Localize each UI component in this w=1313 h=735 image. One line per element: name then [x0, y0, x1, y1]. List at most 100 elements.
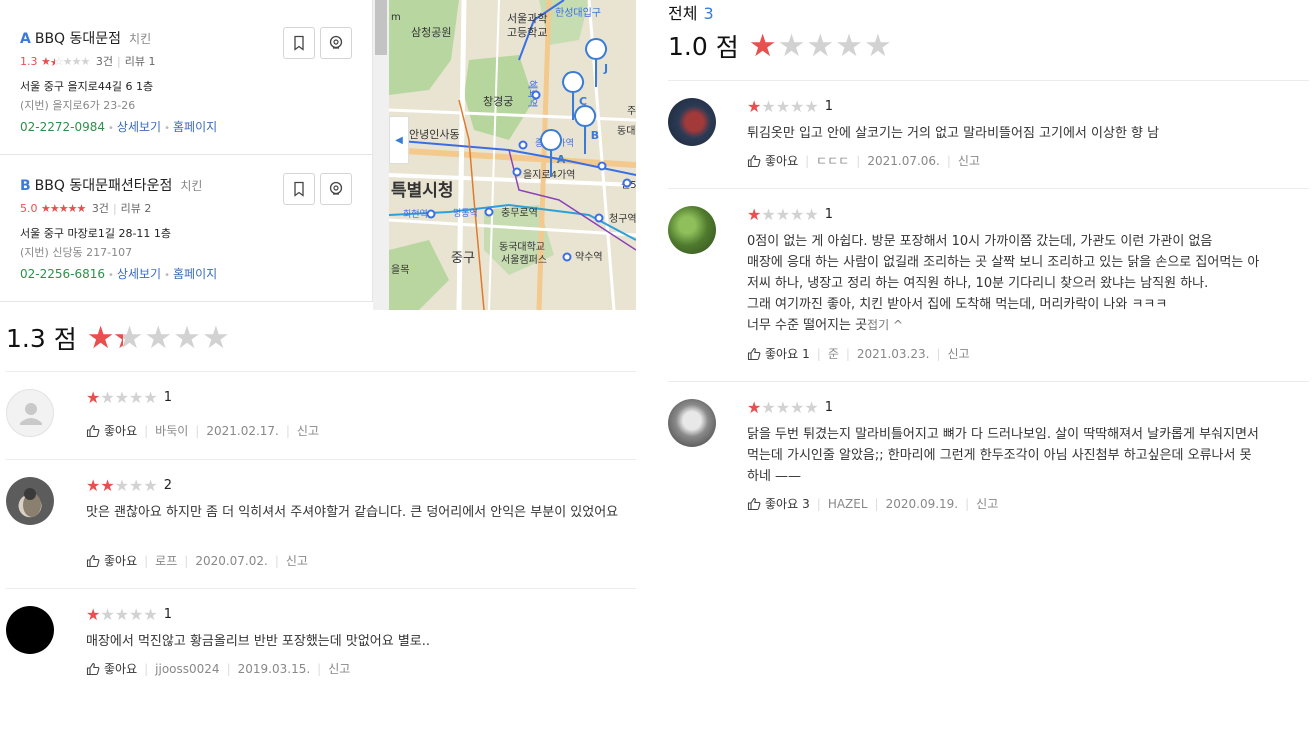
map-label: 명동역 [453, 208, 478, 219]
place-a-homepage-link[interactable]: 홈페이지 [173, 120, 217, 134]
report-link[interactable]: 신고 [297, 422, 319, 439]
review-stars: ★★★★★ 1 [747, 97, 833, 116]
map-view[interactable]: 삼청공원 서울과학 고등학교 창경궁 한성대입구 혜화역 안녕인사동 종로5가역… [389, 0, 636, 310]
review-date: 2020.09.19. [885, 496, 959, 511]
review-date: 2021.02.17. [206, 423, 279, 438]
report-link[interactable]: 신고 [947, 345, 969, 362]
svg-text:J: J [603, 62, 608, 75]
thumbs-up-icon [86, 662, 100, 675]
place-b-detail-link[interactable]: 상세보기 [117, 267, 161, 281]
place-b-name[interactable]: BBQ 동대문패션타운점 [35, 178, 173, 194]
reviewer-avatar[interactable] [668, 98, 716, 146]
left-rating-summary: 1.3 점 ★★★★★★ [6, 318, 231, 358]
like-button[interactable]: 좋아요 [86, 660, 137, 677]
like-button[interactable]: 좋아요 [86, 422, 137, 439]
review-author[interactable]: 로프 [155, 552, 177, 569]
place-b-lot-address: (지번) 신당동 217-107 [20, 246, 133, 259]
reviewer-avatar[interactable] [668, 399, 716, 447]
reviewer-avatar[interactable] [668, 206, 716, 254]
place-a-rating-line: 1.3 ★★☆★★★ 3건 | 리뷰 1 [20, 55, 156, 69]
place-b-directions-button[interactable] [320, 173, 352, 205]
like-button[interactable]: 좋아요 [86, 552, 137, 569]
review-meta: 좋아요 | jjooss0024 | 2019.03.15. | 신고 [86, 660, 350, 677]
review-score: 1 [163, 390, 172, 405]
scrollbar-thumb[interactable] [375, 0, 387, 55]
location-icon [329, 35, 343, 49]
like-label: 좋아요 [765, 347, 799, 361]
place-b-contact-line: 02-2256-6816 • 상세보기 • 홈페이지 [20, 267, 218, 281]
right-score-unit: 점 [715, 33, 739, 62]
like-label: 좋아요 [104, 554, 138, 568]
map-label: 약수역 [575, 251, 603, 263]
like-button[interactable]: 좋아요 1 [747, 345, 810, 362]
thumbs-up-icon [747, 497, 761, 510]
place-b-phone[interactable]: 02-2256-6816 [20, 267, 105, 281]
report-link[interactable]: 신고 [976, 495, 998, 512]
review-author[interactable]: 준 [828, 345, 839, 362]
review-text: 튀김옷만 입고 안에 살코기는 거의 없고 말라비뜰어짐 고기에서 이상한 향 … [747, 126, 1160, 141]
like-button[interactable]: 좋아요 3 [747, 495, 810, 512]
thumbs-up-icon [86, 424, 100, 437]
place-list: A BBQ 동대문점 치킨 1.3 ★★☆★★★ 3건 | 리뷰 1 서울 중구 을지로… [0, 0, 373, 302]
review-meta: 좋아요 3 | HAZEL | 2020.09.19. | 신고 [747, 495, 998, 512]
reviews-count: 3 [703, 4, 714, 23]
right-average-score: 1.0 [668, 31, 708, 61]
reviewer-avatar[interactable] [6, 477, 54, 525]
place-a-save-button[interactable] [283, 27, 315, 59]
place-a-detail-link[interactable]: 상세보기 [117, 120, 161, 134]
review-author[interactable]: HAZEL [828, 497, 868, 511]
place-a-name[interactable]: BBQ 동대문점 [35, 31, 121, 47]
review-author[interactable]: jjooss0024 [155, 662, 219, 676]
map-label: 고등학교 [507, 26, 547, 39]
place-b-review-count[interactable]: 리뷰 2 [121, 202, 152, 215]
list-scrollbar[interactable] [373, 0, 389, 310]
map-collapse-button[interactable]: ◀ [389, 116, 409, 164]
reviews-header: 전체 3 [668, 0, 714, 24]
bookmark-icon [294, 181, 304, 197]
default-user-icon [20, 403, 42, 425]
place-a-review-count[interactable]: 리뷰 1 [125, 55, 156, 68]
map-label: 을지로4가역 [523, 169, 575, 181]
collapse-link[interactable]: 접기 ^ [867, 318, 903, 332]
svg-text:C: C [579, 95, 587, 108]
place-a-header: A BBQ 동대문점 치킨 [20, 28, 151, 48]
review-author[interactable]: ㄷㄷㄷ [816, 152, 849, 169]
report-link[interactable]: 신고 [328, 660, 350, 677]
report-link[interactable]: 신고 [286, 552, 308, 569]
review-meta: 좋아요 1 | 준 | 2021.03.23. | 신고 [747, 345, 970, 362]
place-b-header: B BBQ 동대문패션타운점 치킨 [20, 175, 202, 195]
reviewer-avatar[interactable] [6, 606, 54, 654]
place-b-save-button[interactable] [283, 173, 315, 205]
place-b-stars: ★★★★★ [41, 202, 86, 215]
map-label: 서울캠퍼스 [501, 254, 547, 266]
review-author[interactable]: 바둑이 [155, 422, 188, 439]
review-meta: 좋아요 | 로프 | 2020.07.02. | 신고 [86, 552, 308, 569]
review-stars: ★★★★★ 2 [86, 476, 172, 495]
left-average-stars: ★★★★★★ [86, 320, 230, 356]
map-label: 주 [627, 106, 636, 117]
map-label: 창경궁 [483, 95, 513, 108]
map-label: 을목 [391, 264, 409, 276]
review-date: 2021.03.23. [856, 346, 930, 361]
place-b-address: 서울 중구 마장로1길 28-11 1층 [20, 227, 172, 240]
like-label: 좋아요 [765, 154, 799, 168]
review-date: 2021.07.06. [867, 153, 940, 168]
review-stars: ★★★★★ 1 [86, 605, 172, 624]
map-label: m [391, 12, 401, 23]
place-a-directions-button[interactable] [320, 27, 352, 59]
place-b-homepage-link[interactable]: 홈페이지 [173, 267, 217, 281]
review-date: 2020.07.02. [195, 553, 268, 568]
place-a-address: 서울 중구 을지로44길 6 1층 [20, 80, 154, 93]
map-label: 삼청공원 [411, 26, 451, 39]
place-a-phone[interactable]: 02-2272-0984 [20, 120, 105, 134]
like-button[interactable]: 좋아요 [747, 152, 798, 169]
like-count: 1 [802, 346, 810, 361]
map-label: 충무로역 [501, 207, 538, 219]
map-label: 한성대입구 [555, 6, 601, 19]
map-label: 회현역 [403, 209, 428, 220]
right-average-stars: ★★★★★ [748, 28, 892, 64]
review-score: 2 [163, 478, 172, 493]
reviewer-avatar[interactable] [6, 389, 54, 437]
review-score: 1 [824, 207, 833, 222]
report-link[interactable]: 신고 [958, 152, 980, 169]
